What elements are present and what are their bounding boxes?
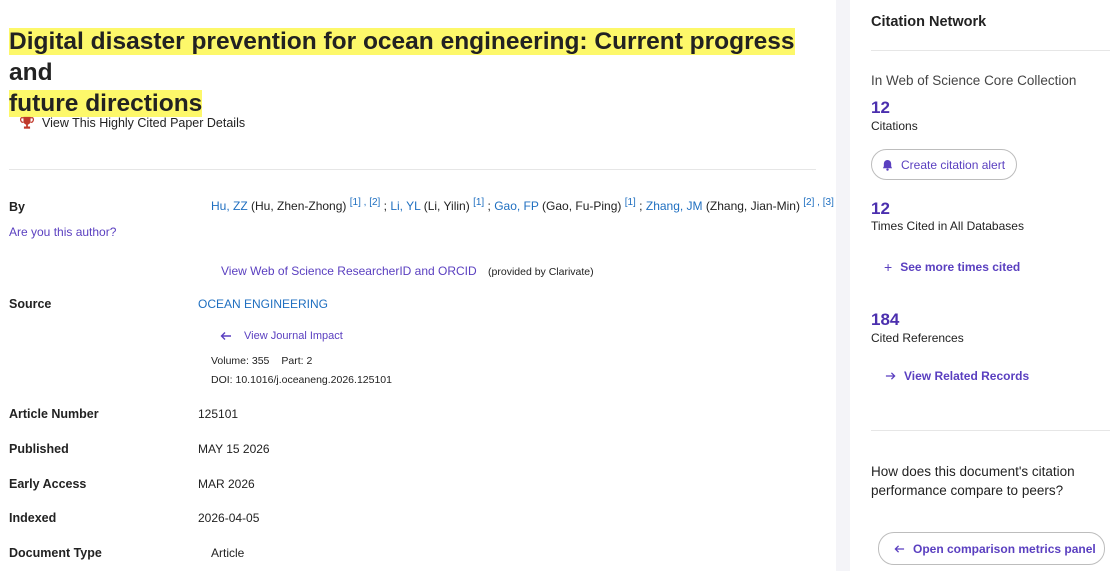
collection-label: In Web of Science Core Collection: [871, 73, 1077, 88]
author-full-name: (Hu, Zhen-Zhong): [251, 199, 347, 213]
author-link[interactable]: Gao, FP: [494, 199, 538, 213]
citation-network-panel: Citation Network In Web of Science Core …: [836, 0, 1110, 571]
are-you-author-link[interactable]: Are you this author?: [9, 225, 116, 239]
panel-divider: [871, 430, 1110, 431]
plus-icon: +: [884, 259, 893, 275]
article-number-value: 125101: [198, 407, 239, 421]
researcher-id-row: View Web of Science ResearcherID and ORC…: [221, 264, 594, 278]
peer-comparison-question: How does this document's citation perfor…: [871, 464, 1075, 498]
article-number-label: Article Number: [9, 407, 99, 421]
document-type-label: Document Type: [9, 546, 102, 560]
indexed-label: Indexed: [9, 511, 57, 525]
author-link[interactable]: Hu, ZZ: [211, 199, 248, 213]
author-affiliation[interactable]: [1] , [2]: [350, 197, 381, 208]
author-affiliation[interactable]: [2] , [3]: [803, 197, 834, 208]
highly-cited-link[interactable]: View This Highly Cited Paper Details: [20, 116, 245, 130]
arrow-left-icon: [894, 544, 905, 553]
times-cited-label: Times Cited in All Databases: [871, 219, 1024, 233]
bell-icon: [882, 159, 893, 171]
author-affiliation[interactable]: [1]: [625, 197, 636, 208]
arrow-right-icon: [885, 372, 896, 380]
by-label: By: [9, 200, 25, 214]
author-separator: ;: [484, 199, 495, 213]
times-cited-count[interactable]: 12: [871, 199, 890, 219]
author-list: Hu, ZZ (Hu, Zhen-Zhong) [1] , [2] ; Li, …: [211, 197, 834, 213]
see-more-times-cited-link[interactable]: + See more times cited: [884, 259, 1020, 275]
author-link[interactable]: Li, YL: [390, 199, 420, 213]
panel-title: Citation Network: [871, 14, 987, 30]
researcher-id-link[interactable]: View Web of Science ResearcherID and ORC…: [221, 264, 477, 278]
volume-part: Volume: 355 Part: 2: [211, 355, 312, 367]
view-related-records-link[interactable]: View Related Records: [885, 369, 1029, 383]
author-link[interactable]: Zhang, JM: [646, 199, 703, 213]
author-affiliation[interactable]: [1]: [473, 197, 484, 208]
author-separator: ;: [380, 199, 391, 213]
arrow-left-icon: [220, 332, 231, 340]
create-citation-alert-button[interactable]: Create citation alert: [871, 149, 1017, 180]
journal-impact-link[interactable]: View Journal Impact: [220, 330, 343, 342]
early-access-value: MAR 2026: [198, 477, 255, 491]
title-highlight: Digital disaster prevention for ocean en…: [9, 28, 795, 55]
open-comparison-metrics-button[interactable]: Open comparison metrics panel: [878, 532, 1105, 565]
citations-count[interactable]: 12: [871, 98, 890, 118]
source-label: Source: [9, 297, 52, 311]
cited-references-label: Cited References: [871, 331, 964, 345]
published-value: MAY 15 2026: [198, 442, 270, 456]
page-title: Digital disaster prevention for ocean en…: [9, 26, 819, 119]
cited-references-count[interactable]: 184: [871, 310, 899, 330]
panel-divider: [871, 50, 1110, 51]
record-main: Digital disaster prevention for ocean en…: [0, 0, 836, 571]
document-type-value: Article: [211, 546, 245, 560]
provided-by: (provided by Clarivate): [488, 266, 594, 278]
divider: [9, 169, 816, 170]
author-full-name: (Li, Yilin): [423, 199, 470, 213]
highly-cited-label: View This Highly Cited Paper Details: [42, 116, 246, 130]
title-line2: future directions: [9, 90, 203, 117]
indexed-value: 2026-04-05: [198, 511, 260, 525]
part: Part: 2: [281, 355, 313, 367]
citations-label: Citations: [871, 119, 918, 133]
author-separator: ;: [635, 199, 646, 213]
published-label: Published: [9, 442, 69, 456]
trophy-icon: [20, 116, 34, 129]
title-rest: and: [9, 59, 53, 86]
journal-link[interactable]: OCEAN ENGINEERING: [198, 297, 328, 311]
volume: Volume: 355: [211, 355, 270, 367]
doi: DOI: 10.1016/j.oceaneng.2026.125101: [211, 374, 392, 386]
author-full-name: (Gao, Fu-Ping): [542, 199, 622, 213]
early-access-label: Early Access: [9, 477, 87, 491]
author-full-name: (Zhang, Jian-Min): [705, 199, 800, 213]
